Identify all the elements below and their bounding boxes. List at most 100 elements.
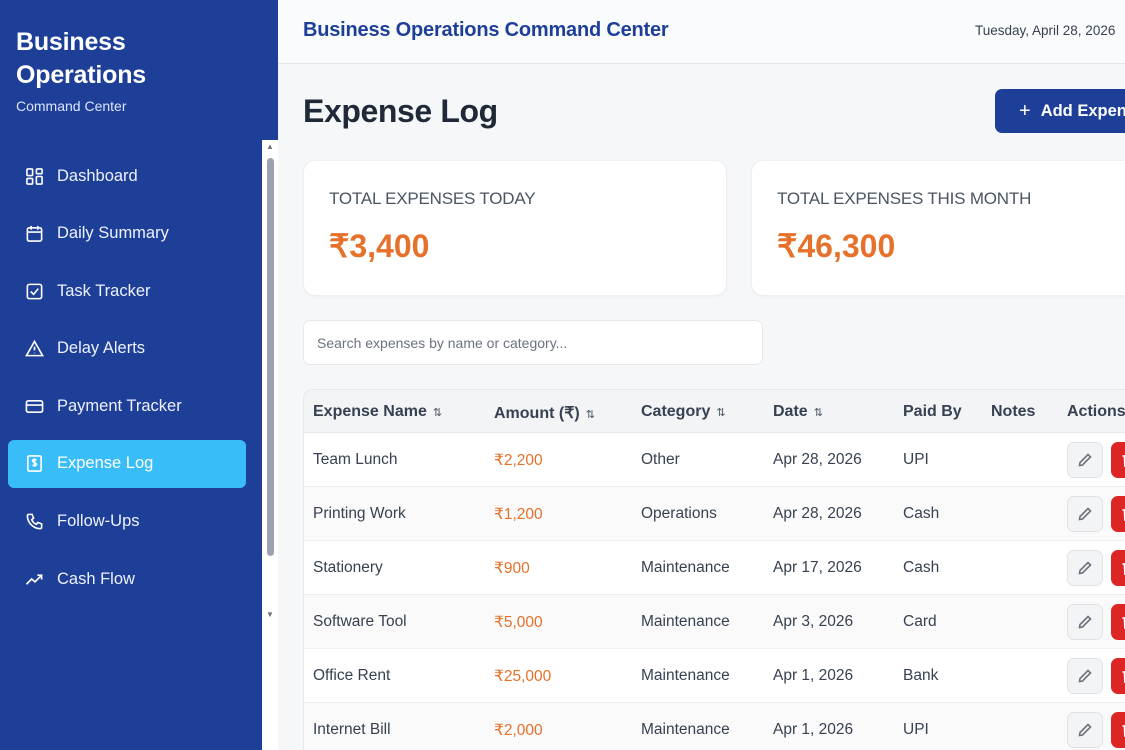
- table-row: Office Rent ₹25,000 Maintenance Apr 1, 2026…: [304, 649, 1125, 703]
- delete-button[interactable]: [1111, 712, 1125, 748]
- cell-paid-by: Cash: [903, 559, 940, 576]
- delete-button[interactable]: [1111, 496, 1125, 532]
- edit-button[interactable]: [1067, 658, 1103, 694]
- sort-icon[interactable]: ⇅: [814, 407, 823, 419]
- scroll-down-arrow-icon[interactable]: ▼: [265, 610, 275, 620]
- trash-icon: [1122, 725, 1125, 737]
- cell-paid-by: Bank: [903, 667, 939, 684]
- sidebar-item-label: Expense Log: [57, 454, 154, 473]
- delete-button[interactable]: [1111, 550, 1125, 586]
- stat-label: TOTAL EXPENSES THIS MONTH: [777, 189, 1032, 208]
- sidebar-nav: Dashboard Daily Summary Task Tracker Del…: [8, 152, 246, 613]
- edit-button[interactable]: [1067, 496, 1103, 532]
- cell-paid-by: UPI: [903, 721, 929, 738]
- column-header-expense-name[interactable]: Expense Name ⇅: [313, 403, 442, 421]
- cell-name: Internet Bill: [313, 721, 391, 738]
- stat-card-today: TOTAL EXPENSES TODAY ₹3,400: [303, 160, 727, 296]
- cell-amount: ₹5,000: [494, 614, 543, 631]
- cell-date: Apr 28, 2026: [773, 505, 862, 522]
- cell-amount: ₹900: [494, 560, 530, 577]
- cell-amount: ₹2,200: [494, 452, 543, 469]
- sidebar-item-task-tracker[interactable]: Task Tracker: [8, 267, 246, 315]
- cell-date: Apr 1, 2026: [773, 721, 854, 738]
- trash-icon: [1122, 671, 1125, 683]
- sidebar-scrollbar[interactable]: ▲ ▼: [264, 142, 276, 620]
- delete-button[interactable]: [1111, 658, 1125, 694]
- trash-icon: [1122, 509, 1125, 521]
- search-box: [303, 320, 763, 365]
- sidebar: Business Operations Command Center Dashb…: [0, 0, 278, 750]
- cell-category: Operations: [641, 505, 717, 522]
- edit-button[interactable]: [1067, 604, 1103, 640]
- column-header-category[interactable]: Category ⇅: [641, 403, 726, 421]
- cell-name: Team Lunch: [313, 451, 398, 468]
- header-title: Business Operations Command Center: [303, 19, 669, 41]
- edit-button[interactable]: [1067, 442, 1103, 478]
- stat-value: ₹46,300: [777, 228, 896, 264]
- page-title: Expense Log: [303, 93, 498, 129]
- pencil-icon: [1078, 669, 1092, 683]
- sidebar-item-payment-tracker[interactable]: Payment Tracker: [8, 382, 246, 430]
- trash-icon: [1122, 563, 1125, 575]
- sidebar-item-label: Follow-Ups: [57, 512, 140, 531]
- sidebar-item-label: Daily Summary: [57, 224, 169, 243]
- brand-title: Business Operations: [16, 28, 146, 89]
- edit-button[interactable]: [1067, 550, 1103, 586]
- sidebar-item-label: Delay Alerts: [57, 339, 146, 358]
- table-row: Printing Work ₹1,200 Operations Apr 28, 202…: [304, 487, 1125, 541]
- cell-paid-by: Cash: [903, 505, 940, 522]
- trash-icon: [1122, 617, 1125, 629]
- trend-icon: [24, 569, 44, 589]
- column-header-notes: Notes: [991, 403, 1036, 420]
- phone-icon: [24, 512, 44, 532]
- delete-button[interactable]: [1111, 604, 1125, 640]
- cell-amount: ₹2,000: [494, 722, 543, 739]
- delete-button[interactable]: [1111, 442, 1125, 478]
- calendar-icon: [24, 224, 44, 244]
- add-expense-button[interactable]: + Add Expense: [995, 89, 1125, 133]
- sidebar-item-dashboard[interactable]: Dashboard: [8, 152, 246, 200]
- sidebar-scroll-gap: [262, 622, 278, 750]
- cell-paid-by: Card: [903, 613, 937, 630]
- sidebar-item-follow-ups[interactable]: Follow-Ups: [8, 498, 246, 546]
- stat-card-month: TOTAL EXPENSES THIS MONTH ₹46,300: [751, 160, 1125, 296]
- cell-date: Apr 3, 2026: [773, 613, 854, 630]
- column-header-amount[interactable]: Amount (₹) ⇅: [494, 403, 595, 423]
- sidebar-item-cash-flow[interactable]: Cash Flow: [8, 555, 246, 603]
- pencil-icon: [1078, 561, 1092, 575]
- receipt-icon: [24, 454, 44, 474]
- column-header-date[interactable]: Date ⇅: [773, 403, 823, 421]
- pencil-icon: [1078, 453, 1092, 467]
- scroll-up-arrow-icon[interactable]: ▲: [265, 142, 275, 152]
- card-icon: [24, 396, 44, 416]
- sidebar-item-label: Payment Tracker: [57, 396, 182, 415]
- expense-table: Expense Name ⇅ Amount (₹) ⇅ Category ⇅ Date…: [303, 389, 1125, 750]
- scroll-thumb[interactable]: [267, 158, 274, 556]
- column-header-paid-by: Paid By: [903, 403, 962, 420]
- plus-icon: +: [1019, 99, 1031, 122]
- cell-date: Apr 1, 2026: [773, 667, 854, 684]
- cell-category: Maintenance: [641, 721, 730, 738]
- cell-date: Apr 17, 2026: [773, 559, 862, 576]
- search-input[interactable]: [304, 321, 762, 364]
- pencil-icon: [1078, 615, 1092, 629]
- cell-date: Apr 28, 2026: [773, 451, 862, 468]
- sort-icon[interactable]: ⇅: [716, 407, 725, 419]
- cell-amount: ₹25,000: [494, 668, 552, 685]
- pencil-icon: [1078, 507, 1092, 521]
- sort-icon[interactable]: ⇅: [586, 409, 595, 421]
- cell-category: Other: [641, 451, 680, 468]
- brand-subtitle: Command Center: [16, 98, 127, 114]
- sidebar-item-daily-summary[interactable]: Daily Summary: [8, 210, 246, 258]
- pencil-icon: [1078, 723, 1092, 737]
- brand: Business Operations Command Center: [16, 26, 216, 114]
- column-header-actions: Actions: [1067, 403, 1125, 420]
- add-expense-label: Add Expense: [1040, 101, 1125, 120]
- cell-name: Office Rent: [313, 667, 391, 684]
- sidebar-item-delay-alerts[interactable]: Delay Alerts: [8, 325, 246, 373]
- edit-button[interactable]: [1067, 712, 1103, 748]
- cell-category: Maintenance: [641, 559, 730, 576]
- cell-amount: ₹1,200: [494, 506, 543, 523]
- sort-icon[interactable]: ⇅: [433, 407, 442, 419]
- sidebar-item-expense-log[interactable]: Expense Log: [8, 439, 246, 488]
